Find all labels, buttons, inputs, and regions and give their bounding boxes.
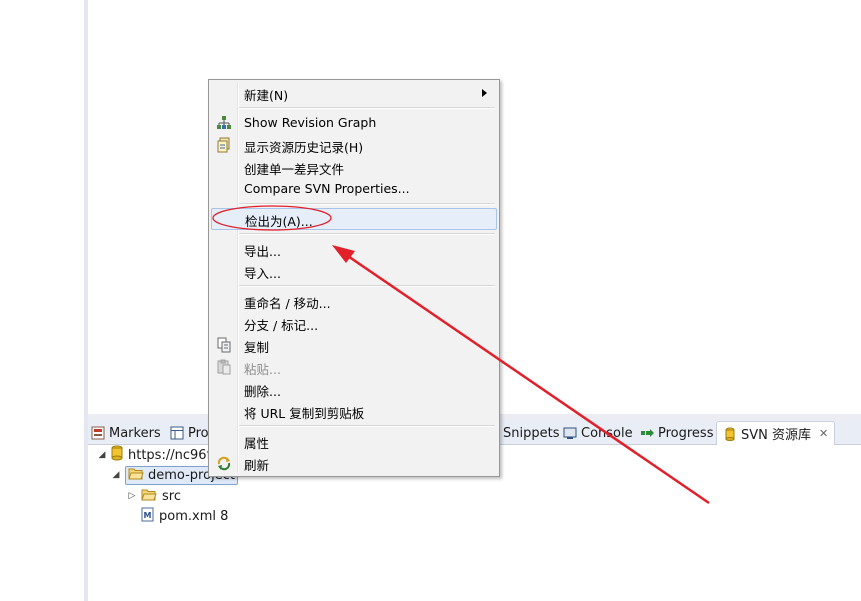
markers-icon: [91, 426, 105, 440]
tab-label: Snippets: [503, 425, 560, 441]
tree-label: src: [162, 488, 181, 504]
menu-item-delete[interactable]: 删除...: [211, 378, 497, 400]
tree-node-pom[interactable]: M pom.xml 8: [141, 507, 228, 525]
left-margin: [0, 0, 84, 601]
tab-progress[interactable]: Progress: [640, 422, 713, 444]
menu-item-label: 导出...: [244, 244, 281, 259]
close-icon[interactable]: ✕: [819, 427, 828, 440]
menu-separator: [239, 107, 495, 109]
menu-item-copy[interactable]: 复制: [211, 334, 497, 356]
submenu-arrow-icon: [482, 89, 487, 97]
menu-item-show-revision-graph[interactable]: Show Revision Graph: [211, 112, 497, 134]
repository-icon: [111, 445, 123, 465]
menu-item-label: 属性: [244, 436, 270, 451]
console-icon: [563, 426, 577, 440]
menu-item-show-history[interactable]: 显示资源历史记录(H): [211, 134, 497, 156]
tab-markers[interactable]: Markers: [91, 422, 161, 444]
menu-item-label: 检出为(A)...: [245, 214, 313, 229]
tab-snippets[interactable]: Snippets: [503, 422, 559, 444]
menu-separator: [239, 285, 495, 287]
tab-label: Markers: [109, 425, 161, 441]
menu-item-label: 刷新: [244, 458, 270, 473]
menu-item-label: 删除...: [244, 384, 281, 399]
menu-item-label: Show Revision Graph: [244, 115, 377, 130]
context-menu: 新建(N) Show Revision Graph 显示资源历史记录(H) 创建…: [208, 79, 500, 477]
history-icon: [216, 137, 232, 153]
tab-console[interactable]: Console: [563, 422, 633, 444]
svg-text:M: M: [144, 511, 152, 520]
menu-item-export[interactable]: 导出...: [211, 238, 497, 260]
menu-item-checkout-as[interactable]: 检出为(A)...: [211, 208, 497, 230]
menu-item-label: 将 URL 复制到剪贴板: [244, 406, 365, 421]
copy-icon: [216, 337, 232, 353]
menu-item-new[interactable]: 新建(N): [211, 82, 497, 104]
svn-repository-icon: [723, 427, 737, 441]
menu-item-properties[interactable]: 属性: [211, 430, 497, 452]
paste-icon: [216, 359, 232, 375]
tree-node-src[interactable]: ▷ src: [128, 487, 181, 505]
menu-item-branch-tag[interactable]: 分支 / 标记...: [211, 312, 497, 334]
revision-graph-icon: [216, 115, 232, 131]
collapsed-icon[interactable]: ▷: [128, 491, 136, 501]
menu-item-label: 新建(N): [244, 88, 289, 103]
menu-item-label: 重命名 / 移动...: [244, 296, 331, 311]
menu-separator: [239, 203, 495, 205]
progress-icon: [640, 426, 654, 440]
refresh-icon: [216, 455, 232, 471]
folder-icon: [141, 488, 157, 505]
tree-label: https://nc96fx: [128, 447, 219, 463]
menu-item-import[interactable]: 导入...: [211, 260, 497, 282]
menu-item-paste[interactable]: 粘贴...: [211, 356, 497, 378]
tab-properties[interactable]: Pro: [170, 422, 209, 444]
menu-item-compare-svn-properties[interactable]: Compare SVN Properties...: [211, 178, 497, 200]
menu-item-refresh[interactable]: 刷新: [211, 452, 497, 474]
tree-node-repository[interactable]: ◢ https://nc96fx: [98, 445, 219, 465]
menu-item-label: 复制: [244, 340, 270, 355]
tab-label: Pro: [188, 425, 209, 441]
tab-svn-repository[interactable]: SVN 资源库 ✕: [716, 421, 836, 445]
menu-item-label: Compare SVN Properties...: [244, 181, 410, 196]
menu-item-rename-move[interactable]: 重命名 / 移动...: [211, 290, 497, 312]
tab-label: Progress: [658, 425, 714, 441]
properties-icon: [170, 426, 184, 440]
maven-file-icon: M: [141, 507, 154, 526]
menu-item-label: 创建单一差异文件: [244, 162, 345, 177]
menu-item-label: 分支 / 标记...: [244, 318, 319, 333]
expanded-icon[interactable]: ◢: [98, 450, 106, 460]
tree-label: pom.xml 8: [159, 508, 229, 524]
open-folder-icon: [128, 467, 144, 484]
expanded-icon[interactable]: ◢: [112, 470, 120, 480]
menu-item-label: 显示资源历史记录(H): [244, 140, 364, 155]
tab-label: Console: [581, 425, 633, 441]
menu-item-create-diff[interactable]: 创建单一差异文件: [211, 156, 497, 178]
menu-item-label: 粘贴...: [244, 362, 281, 377]
menu-item-label: 导入...: [244, 266, 281, 281]
menu-separator: [239, 233, 495, 235]
menu-item-copy-url[interactable]: 将 URL 复制到剪贴板: [211, 400, 497, 422]
tab-label: SVN 资源库: [741, 428, 812, 443]
menu-separator: [239, 425, 495, 427]
